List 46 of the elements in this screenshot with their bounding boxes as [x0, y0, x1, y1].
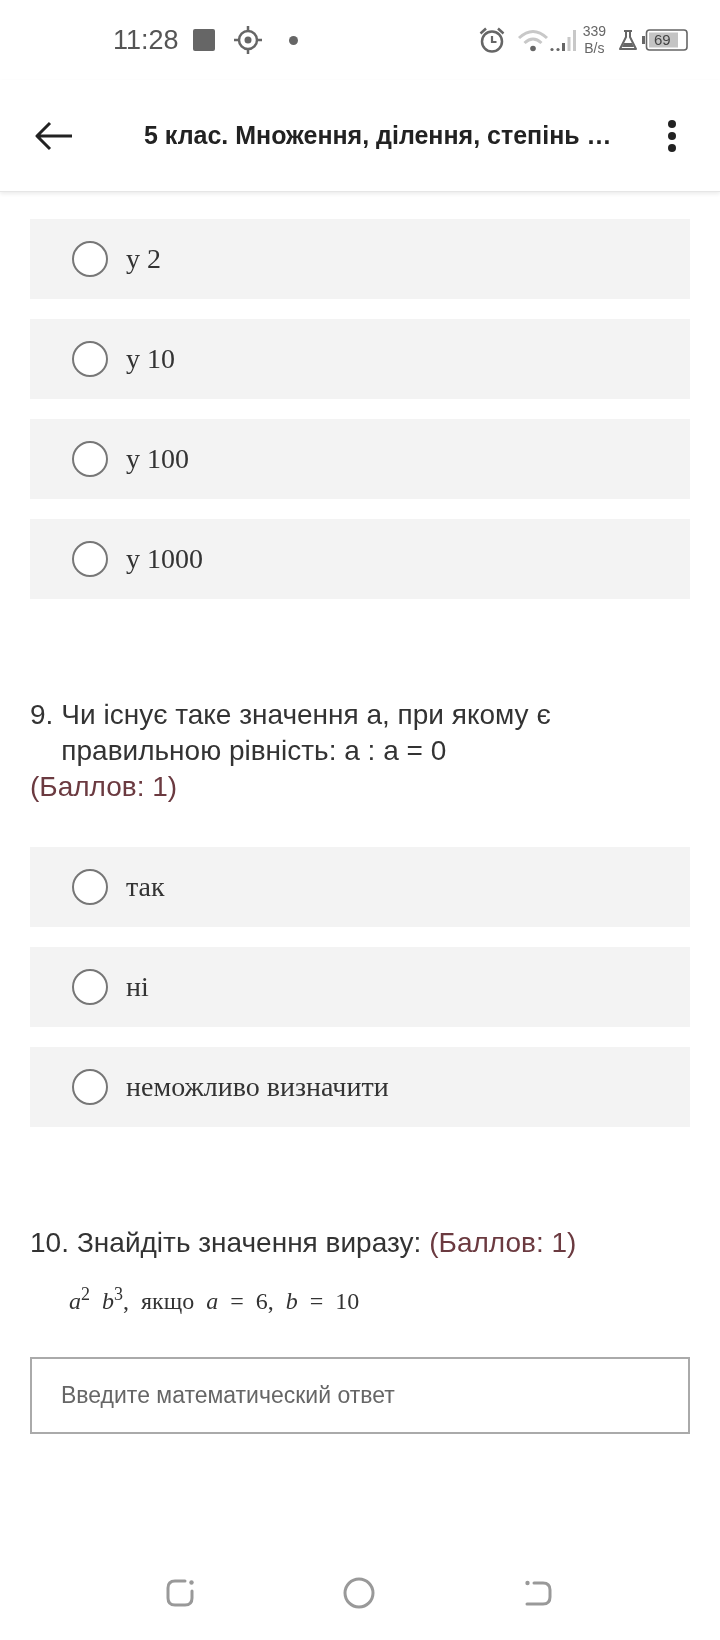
- question-number: 10.: [30, 1226, 69, 1260]
- flask-icon: [618, 29, 638, 51]
- question-points: (Баллов: 1): [30, 770, 178, 804]
- square-icon: [191, 28, 216, 52]
- radio-button[interactable]: [72, 541, 108, 577]
- option-label: ні: [126, 970, 149, 1004]
- answer-option[interactable]: ні: [30, 947, 690, 1027]
- back-arrow-icon[interactable]: [35, 120, 73, 151]
- radio-button[interactable]: [72, 969, 108, 1005]
- question-number: 9.: [30, 698, 54, 732]
- battery-percent: 69: [654, 31, 671, 49]
- network-speed-unit: B/s: [584, 40, 605, 57]
- dot-icon: [288, 35, 298, 45]
- battery-icon: [642, 29, 688, 51]
- math-expression: a$^{2}$ b$^{3}$, якщо a = 6, b = 10: [68, 1283, 361, 1316]
- answer-option[interactable]: у 10: [30, 319, 690, 399]
- network-speed-value: 339: [582, 23, 606, 40]
- radio-button[interactable]: [72, 341, 108, 377]
- answer-option[interactable]: неможливо визначити: [30, 1047, 690, 1127]
- signal-bars-icon: [549, 28, 576, 52]
- answer-field[interactable]: Введите математический ответ: [30, 1357, 690, 1434]
- more-options-icon[interactable]: [667, 118, 677, 153]
- option-label: у 2: [126, 242, 161, 276]
- option-label: у 1000: [126, 542, 203, 576]
- radio-button[interactable]: [72, 241, 108, 277]
- radio-button[interactable]: [72, 441, 108, 477]
- answer-option[interactable]: так: [30, 847, 690, 927]
- option-label: у 100: [126, 442, 189, 476]
- option-label: неможливо визначити: [126, 1070, 389, 1104]
- crosshair-icon: [233, 26, 262, 54]
- page-title: 5 клас. Множення, ділення, степінь …: [144, 119, 612, 151]
- question-points: (Баллов: 1): [429, 1226, 577, 1260]
- wifi-icon: [515, 28, 550, 52]
- option-label: так: [126, 870, 165, 904]
- option-label: у 10: [126, 342, 175, 376]
- recent-apps-icon[interactable]: [165, 1577, 195, 1608]
- radio-button[interactable]: [72, 1069, 108, 1105]
- alarm-clock-icon: [477, 26, 506, 54]
- radio-button[interactable]: [72, 869, 108, 905]
- answer-option[interactable]: у 100: [30, 419, 690, 499]
- question-text: Знайдіть значення виразу:: [76, 1226, 422, 1260]
- answer-option[interactable]: у 2: [30, 219, 690, 299]
- question-text: Чи існує таке значення а, при якому є правильною рівність: а : а = 0: [61, 698, 552, 768]
- home-icon[interactable]: [343, 1576, 375, 1609]
- answer-option[interactable]: у 1000: [30, 519, 690, 599]
- status-time: 11:28: [113, 26, 179, 54]
